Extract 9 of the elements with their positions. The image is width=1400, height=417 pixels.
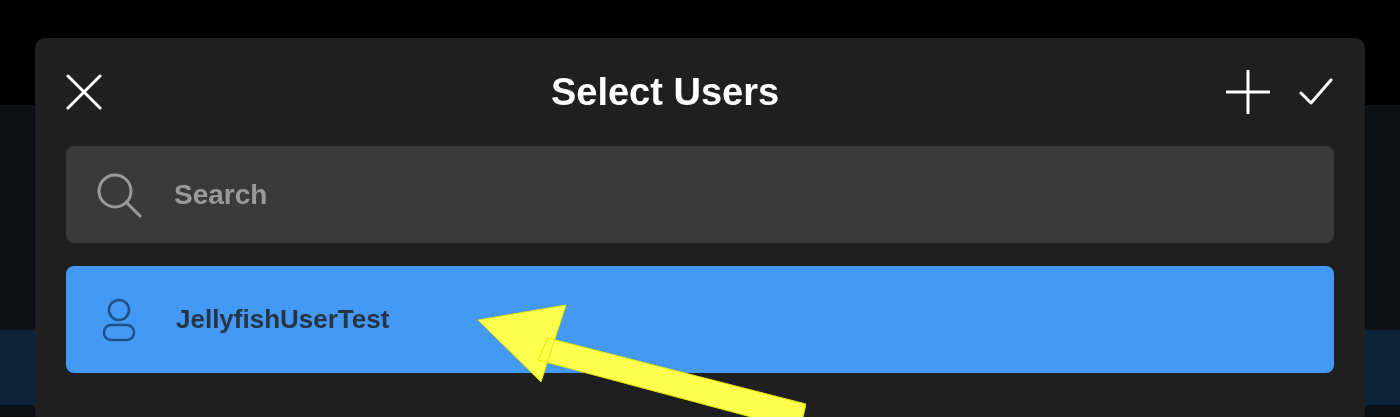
user-icon <box>102 297 136 342</box>
search-field[interactable]: Search <box>174 173 1334 216</box>
user-name: JellyfishUserTest <box>176 303 390 336</box>
dialog-title: Select Users <box>550 69 780 115</box>
search-icon <box>96 171 142 218</box>
close-button[interactable] <box>64 72 104 112</box>
user-row[interactable]: JellyfishUserTest <box>66 266 1334 373</box>
search-bar[interactable]: Search <box>66 146 1334 243</box>
add-button[interactable] <box>1226 70 1270 114</box>
